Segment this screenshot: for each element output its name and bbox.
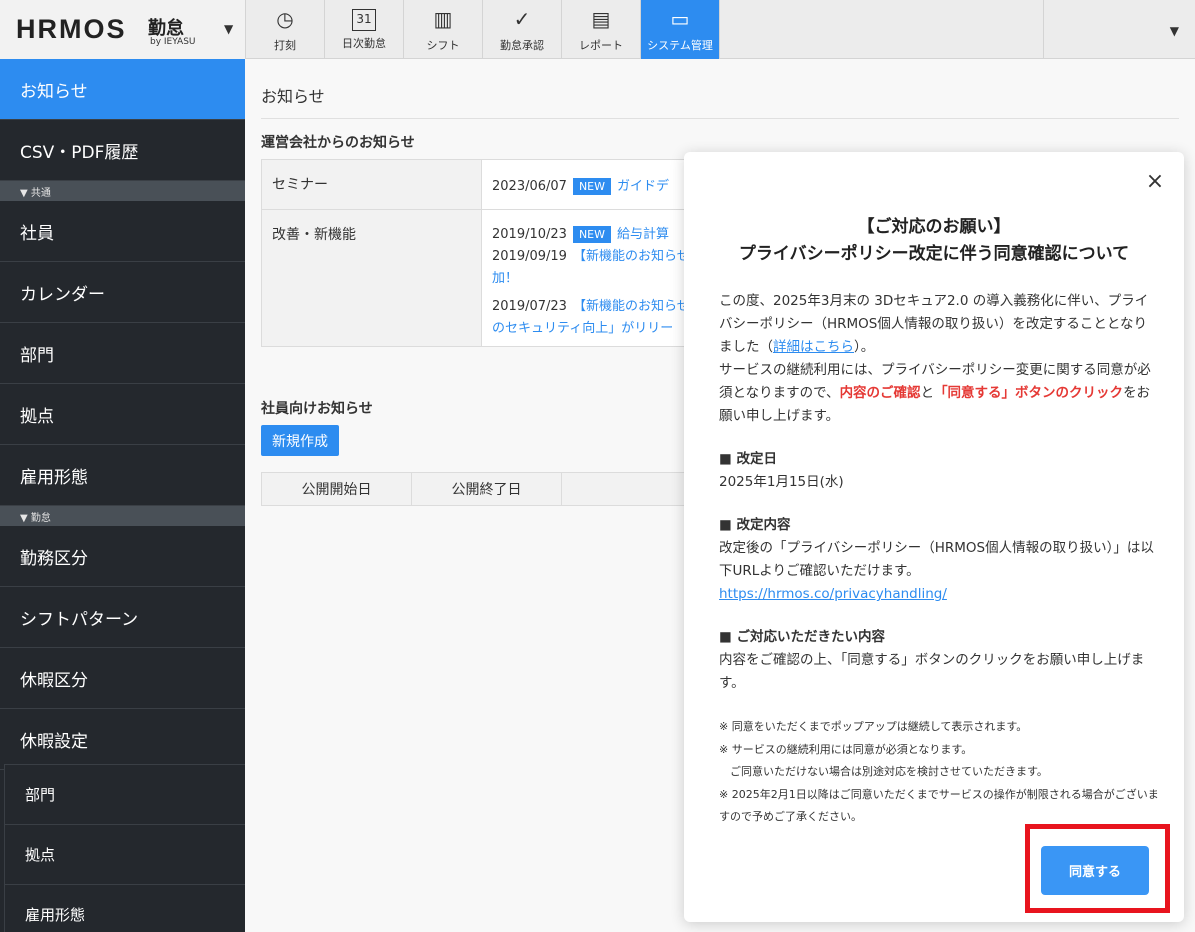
brand-logo: HRMOS bbox=[16, 14, 127, 44]
sidebar-item-work-types[interactable]: 勤務区分 bbox=[0, 526, 245, 587]
caret-down-icon: ▼ bbox=[1169, 24, 1179, 38]
sidebar-item-employment-types[interactable]: 雇用形態 bbox=[0, 445, 245, 506]
divider bbox=[261, 118, 1179, 119]
news-entry[interactable]: 2019/07/23 【新機能のお知らせ bbox=[492, 296, 710, 318]
revision-content-heading: ■ 改定内容 bbox=[719, 517, 791, 533]
revision-content: 改定後の「プライバシーポリシー（HRMOS個人情報の取り扱い）」は以下URLより… bbox=[719, 540, 1154, 579]
sidebar-float-locations[interactable]: 拠点 bbox=[5, 824, 245, 884]
required-action: 内容をご確認の上、「同意する」ボタンのクリックをお願い申し上げます。 bbox=[719, 652, 1145, 691]
employee-news-title: 社員向けお知らせ bbox=[261, 401, 373, 417]
caret-down-icon[interactable]: ▼ bbox=[224, 22, 233, 36]
nav-report[interactable]: ▤ レポート bbox=[562, 0, 641, 59]
news-link[interactable]: のセキュリティ向上」がリリー bbox=[492, 321, 673, 336]
sidebar-item-news[interactable]: お知らせ bbox=[0, 59, 245, 120]
column-end-date[interactable]: 公開終了日 bbox=[412, 473, 562, 505]
monitor-icon: ▭ bbox=[670, 6, 690, 31]
clock-icon: ◷ bbox=[276, 6, 294, 31]
news-category: 改善・新機能 bbox=[262, 210, 482, 346]
top-bar: HRMOS 勤怠 by IEYASU ▼ ◷ 打刻 31 日次勤怠 ▥ シフト ✓ 勤怠… bbox=[0, 0, 1195, 59]
sidebar-item-csv-history[interactable]: CSV・PDF履歴 bbox=[0, 120, 245, 181]
news-entry[interactable]: 2019/09/19 【新機能のお知らせ bbox=[492, 246, 710, 268]
employee-news-table-header: 公開開始日 公開終了日 bbox=[261, 472, 721, 506]
brand-menu[interactable]: HRMOS 勤怠 by IEYASU ▼ bbox=[0, 0, 246, 59]
news-entry[interactable]: 2023/06/07 NEW ガイドデ bbox=[492, 176, 710, 198]
consent-modal: × 【ご対応のお願い】 プライバシーポリシー改定に伴う同意確認について この度、… bbox=[684, 152, 1184, 922]
check-icon: ✓ bbox=[513, 6, 531, 31]
document-icon: ▤ bbox=[591, 6, 611, 31]
nav-stamp[interactable]: ◷ 打刻 bbox=[246, 0, 325, 59]
news-row: セミナー 2023/06/07 NEW ガイドデ bbox=[262, 160, 720, 210]
revision-date-heading: ■ 改定日 bbox=[719, 451, 777, 467]
brand-by: by IEYASU bbox=[150, 37, 196, 47]
news-link[interactable]: 【新機能のお知らせ bbox=[573, 249, 690, 264]
news-link[interactable]: 加！ bbox=[492, 271, 518, 286]
modal-notes: ※ 同意をいただくまでポップアップは継続して表示されます。 ※ サービスの継続利… bbox=[719, 720, 1159, 823]
close-icon[interactable]: × bbox=[1142, 168, 1168, 194]
highlight-box bbox=[1025, 824, 1170, 913]
sidebar-item-locations[interactable]: 拠点 bbox=[0, 384, 245, 445]
news-table: セミナー 2023/06/07 NEW ガイドデ 改善・新機能 2019/10/23… bbox=[261, 159, 721, 347]
nav-approval[interactable]: ✓ 勤怠承認 bbox=[483, 0, 562, 59]
page-title: お知らせ bbox=[261, 87, 325, 106]
new-badge: NEW bbox=[572, 226, 611, 243]
sidebar-item-departments[interactable]: 部門 bbox=[0, 323, 245, 384]
sidebar-floating-list: 部門 拠点 雇用形態 bbox=[4, 764, 245, 932]
modal-body: この度、2025年3月末の 3Dセキュア2.0 の導入義務化に伴い、プライバシー… bbox=[719, 290, 1159, 695]
sidebar: お知らせ CSV・PDF履歴 ▼ 共通 社員 カレンダー 部門 拠点 雇用形態 … bbox=[0, 59, 245, 932]
news-category: セミナー bbox=[262, 160, 482, 209]
news-entry[interactable]: 2019/10/23 NEW 給与計算 bbox=[492, 224, 710, 246]
sidebar-section-attendance[interactable]: ▼ 勤怠 bbox=[0, 506, 245, 526]
nav-shift[interactable]: ▥ シフト bbox=[404, 0, 483, 59]
sidebar-float-employment-types[interactable]: 雇用形態 bbox=[5, 884, 245, 932]
column-start-date[interactable]: 公開開始日 bbox=[262, 473, 412, 505]
required-action-heading: ■ ご対応いただきたい内容 bbox=[719, 629, 885, 645]
sidebar-item-leave-settings[interactable]: 休暇設定 bbox=[0, 709, 245, 770]
modal-paragraph-1: この度、2025年3月末の 3Dセキュア2.0 の導入義務化に伴い、プライバシー… bbox=[719, 293, 1149, 355]
new-notice-button[interactable]: 新規作成 bbox=[261, 425, 339, 456]
nav-daily[interactable]: 31 日次勤怠 bbox=[325, 0, 404, 59]
new-badge: NEW bbox=[572, 178, 611, 195]
sidebar-section-common[interactable]: ▼ 共通 bbox=[0, 181, 245, 201]
sidebar-item-shift-patterns[interactable]: シフトパターン bbox=[0, 587, 245, 648]
sidebar-float-departments[interactable]: 部門 bbox=[5, 764, 245, 824]
nav-system[interactable]: ▭ システム管理 bbox=[641, 0, 720, 59]
sidebar-item-calendar[interactable]: カレンダー bbox=[0, 262, 245, 323]
privacy-url-link[interactable]: https://hrmos.co/privacyhandling/ bbox=[719, 583, 1159, 606]
news-entry-cont[interactable]: 加！ bbox=[492, 268, 710, 290]
modal-paragraph-2: サービスの継続利用には、プライバシーポリシー変更に関する同意が必須となりますので… bbox=[719, 362, 1151, 424]
modal-title: 【ご対応のお願い】 プライバシーポリシー改定に伴う同意確認について bbox=[738, 217, 1130, 264]
news-link[interactable]: 【新機能のお知らせ bbox=[573, 299, 690, 314]
calendar-icon: 31 bbox=[352, 8, 376, 31]
user-menu[interactable]: ▼ bbox=[1043, 0, 1195, 59]
main-nav: ◷ 打刻 31 日次勤怠 ▥ シフト ✓ 勤怠承認 ▤ レポート ▭ システム管理 bbox=[246, 0, 720, 59]
revision-date: 2025年1月15日(水) bbox=[719, 474, 844, 490]
news-row: 改善・新機能 2019/10/23 NEW 給与計算 2019/09/19 【新機能の… bbox=[262, 210, 720, 346]
sidebar-item-leave-types[interactable]: 休暇区分 bbox=[0, 648, 245, 709]
notebook-icon: ▥ bbox=[433, 6, 453, 31]
news-link[interactable]: 給与計算 bbox=[617, 227, 669, 242]
news-entry-cont[interactable]: のセキュリティ向上」がリリー bbox=[492, 318, 710, 340]
news-link[interactable]: ガイドデ bbox=[617, 179, 669, 194]
operator-news-title: 運営会社からのお知らせ bbox=[261, 135, 415, 151]
details-link[interactable]: 詳細はこちら bbox=[773, 339, 854, 355]
sidebar-item-employees[interactable]: 社員 bbox=[0, 201, 245, 262]
